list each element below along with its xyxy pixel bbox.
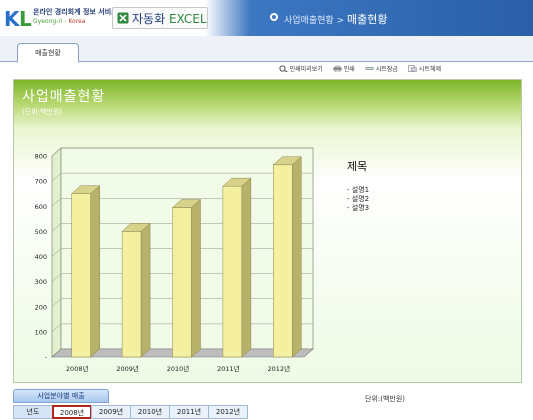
breadcrumb-separator: > — [336, 16, 345, 26]
y-tick-label: - — [45, 354, 48, 362]
print-preview-icon — [279, 64, 288, 72]
chart-bar-side — [241, 177, 252, 358]
sheet-unlock-label: 시트해제 — [418, 65, 441, 73]
section-unit: 단위:(백만원) — [365, 395, 406, 403]
chart-bar-side — [191, 198, 201, 358]
legend-item: - 설명1 — [347, 186, 370, 194]
x-tick-label: 2008년 — [66, 364, 89, 373]
legend-list: - 설명1 - 설명2 - 설명3 — [347, 186, 369, 213]
chart-bar-side — [140, 222, 151, 358]
year-row-header: 년도 — [13, 405, 53, 419]
x-tick-label: 2011년 — [217, 364, 240, 373]
sheet-lock-button[interactable]: 시트잠금 — [365, 62, 398, 74]
sheet-unlock-icon — [408, 64, 417, 72]
breadcrumb-current: 매출현황 — [346, 13, 388, 26]
year-cell[interactable]: 2011년 — [169, 405, 209, 419]
legend-item: - 설명3 — [347, 204, 370, 212]
legend-title: 제목 — [347, 160, 368, 173]
report-toolbar: 인쇄미리보기 인쇄 시트잠금 시트해제 — [279, 62, 441, 74]
print-preview-button[interactable]: 인쇄미리보기 — [279, 62, 323, 74]
print-preview-label: 인쇄미리보기 — [289, 65, 323, 73]
x-tick-label: 2009년 — [116, 364, 139, 373]
sales-bar-chart[interactable]: - 100 200 300 400 500 600 700 800 2008년 2009년 2010년… — [14, 80, 523, 384]
module-title: 자동화 EXCEL — [132, 10, 207, 27]
service-subtitle: Gyeong-ri - Korea — [33, 18, 86, 25]
tab-strip — [0, 36, 533, 62]
printer-icon — [333, 65, 342, 72]
print-button[interactable]: 인쇄 — [333, 62, 355, 74]
tab-sales-status[interactable]: 매출현황 — [17, 43, 79, 63]
chart-bar — [222, 185, 243, 358]
excel-module-icon — [117, 12, 129, 24]
year-cell[interactable]: 2010년 — [130, 405, 170, 419]
y-tick-label: 100 — [35, 328, 47, 336]
year-cell[interactable]: 2012년 — [208, 405, 248, 419]
y-tick-label: 600 — [35, 203, 47, 211]
sheet-lock-icon — [365, 66, 374, 70]
y-tick-label: 500 — [35, 228, 47, 236]
chart-bar — [273, 164, 293, 358]
breadcrumb: 사업매출현황 > 매출현황 — [284, 11, 387, 27]
app-window: K L 온라인 경리회계 정보 서비스 Gyeong-ri - Korea 자동… — [0, 0, 533, 420]
module-title-suffix: EXCEL — [168, 12, 207, 26]
year-cell-selected[interactable]: 2008년 — [52, 405, 92, 419]
y-tick-label: 300 — [35, 278, 47, 286]
y-tick-label: 400 — [35, 253, 47, 261]
service-subtitle-prefix: Gyeong-ri — [33, 18, 63, 25]
chart-bar — [121, 231, 142, 358]
year-header-row: 년도 2008년 2009년 2010년 2011년 2012년 — [13, 405, 248, 419]
y-tick-label: 800 — [35, 153, 47, 161]
chart-bar — [71, 193, 91, 358]
module-title-main: 자동화 — [132, 12, 166, 26]
x-tick-label: 2012년 — [268, 364, 291, 373]
svg-text:L: L — [19, 7, 32, 30]
tab-sales-by-business[interactable]: 사업분야별 매출 — [13, 389, 109, 403]
sheet-lock-label: 시트잠금 — [375, 65, 398, 73]
report-panel: 사업매출현황 (단위:백만원) -100 200 300 400 500 600 700 80… — [13, 79, 522, 383]
chart-bar — [172, 207, 192, 358]
breadcrumb-bullet-icon — [270, 13, 278, 21]
x-tick-label: 2010년 — [167, 364, 190, 373]
top-banner: K L 온라인 경리회계 정보 서비스 Gyeong-ri - Korea 자동… — [0, 0, 533, 36]
breadcrumb-parent[interactable]: 사업매출현황 — [284, 16, 334, 26]
service-subtitle-suffix: Korea — [68, 18, 86, 25]
chart-bar-side — [90, 185, 100, 358]
legend-item: - 설명2 — [347, 195, 370, 203]
year-cell[interactable]: 2009년 — [91, 405, 131, 419]
kl-logo-icon[interactable]: K L — [4, 6, 32, 30]
print-label: 인쇄 — [343, 65, 355, 73]
chart-bar-side — [292, 156, 302, 358]
service-name: 온라인 경리회계 정보 서비스 — [33, 8, 118, 16]
sheet-unlock-button[interactable]: 시트해제 — [408, 62, 441, 74]
module-badge[interactable]: 자동화 EXCEL — [112, 7, 208, 29]
y-tick-label: 200 — [35, 303, 47, 311]
y-tick-label: 700 — [35, 178, 47, 186]
